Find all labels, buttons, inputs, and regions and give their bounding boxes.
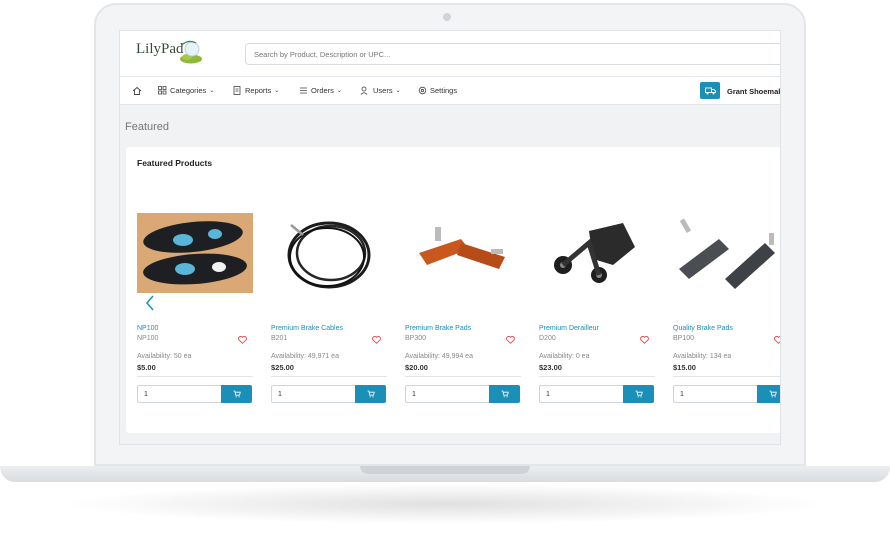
laptop-shadow xyxy=(60,484,830,524)
chevron-down-icon: ⌄ xyxy=(336,88,342,94)
nav-settings-label: Settings xyxy=(430,86,458,95)
user-menu[interactable]: Grant Shoemake xyxy=(727,87,780,96)
product-name-link[interactable]: NP100 xyxy=(137,325,158,332)
nav-orders[interactable]: Orders ⌄ xyxy=(299,86,342,95)
app-screen: LilyPad Categories ⌄ Reports xyxy=(119,30,781,445)
cart-icon xyxy=(769,390,777,398)
product-price: $25.00 xyxy=(271,363,294,372)
laptop-mockup: LilyPad Categories ⌄ Reports xyxy=(0,0,890,538)
product-card: Premium Derailleur D200 Availability: 0 … xyxy=(539,213,655,403)
product-sku: BP100 xyxy=(673,335,695,342)
gear-icon xyxy=(418,86,427,95)
product-image-derailleur[interactable] xyxy=(539,213,655,293)
heart-icon[interactable] xyxy=(506,336,515,344)
camera-dot xyxy=(443,13,451,21)
chevron-down-icon: ⌄ xyxy=(209,88,215,94)
nav-categories[interactable]: Categories ⌄ xyxy=(158,86,214,95)
nav-orders-label: Orders xyxy=(311,86,334,95)
list-icon xyxy=(300,87,307,94)
chevron-down-icon: ⌄ xyxy=(395,88,401,94)
home-icon xyxy=(132,86,142,95)
grid-icon xyxy=(158,86,167,95)
quantity-input[interactable]: 1 xyxy=(405,385,489,403)
cart-icon xyxy=(233,390,241,398)
heart-icon[interactable] xyxy=(238,336,247,344)
nav-reports-label: Reports xyxy=(245,86,272,95)
delivery-button[interactable] xyxy=(700,82,720,99)
product-availability: Availability: 50 ea xyxy=(137,353,192,360)
nav-reports[interactable]: Reports ⌄ xyxy=(233,86,279,95)
search-input[interactable] xyxy=(245,43,780,65)
nav-settings[interactable]: Settings xyxy=(418,86,457,95)
quantity-input[interactable]: 1 xyxy=(137,385,221,403)
product-name-link[interactable]: Quality Brake Pads xyxy=(673,325,733,332)
logo-text: LilyPad xyxy=(136,41,184,57)
page-title: Featured xyxy=(125,121,170,133)
laptop-notch xyxy=(360,466,530,474)
panel-title: Featured Products xyxy=(137,158,213,168)
nav-home[interactable] xyxy=(132,86,142,96)
product-card: Premium Brake Pads BP300 Availability: 4… xyxy=(405,213,521,403)
product-card: NP100 NP100 Availability: 50 ea $5.00 1 xyxy=(137,213,253,403)
top-bar: LilyPad xyxy=(120,31,780,77)
product-price: $20.00 xyxy=(405,363,428,372)
product-sku: BP300 xyxy=(405,335,427,342)
truck-icon xyxy=(704,87,716,94)
add-to-cart-button[interactable] xyxy=(623,385,654,403)
users-icon xyxy=(360,86,368,95)
nav-users[interactable]: Users ⌄ xyxy=(360,86,401,95)
divider xyxy=(271,376,387,377)
divider xyxy=(673,376,780,377)
product-name-link[interactable]: Premium Brake Pads xyxy=(405,325,471,332)
main-nav: Categories ⌄ Reports ⌄ Orders ⌄ Users ⌄ … xyxy=(120,77,780,105)
heart-icon[interactable] xyxy=(774,336,781,344)
divider xyxy=(405,376,521,377)
quantity-input[interactable]: 1 xyxy=(673,385,757,403)
product-availability: Availability: 49,994 ea xyxy=(405,353,473,360)
product-sku: NP100 xyxy=(137,335,159,342)
product-name-link[interactable]: Premium Derailleur xyxy=(539,325,599,332)
product-sku: B201 xyxy=(271,335,288,342)
divider xyxy=(137,376,253,377)
product-availability: Availability: 134 ea xyxy=(673,353,732,360)
heart-icon[interactable] xyxy=(640,336,649,344)
cart-icon xyxy=(635,390,643,398)
nav-users-label: Users xyxy=(373,86,393,95)
product-card: Quality Brake Pads BP100 Availability: 1… xyxy=(673,213,780,403)
product-sku: D200 xyxy=(539,335,556,342)
add-to-cart-button[interactable] xyxy=(489,385,520,403)
product-availability: Availability: 49,971 ea xyxy=(271,353,339,360)
product-image-brake-pads-orange[interactable] xyxy=(405,213,521,293)
cart-icon xyxy=(367,390,375,398)
cart-icon xyxy=(501,390,509,398)
nav-categories-label: Categories xyxy=(170,86,207,95)
chevron-down-icon: ⌄ xyxy=(274,88,280,94)
quantity-input[interactable]: 1 xyxy=(271,385,355,403)
add-to-cart-button[interactable] xyxy=(355,385,386,403)
add-to-cart-button[interactable] xyxy=(221,385,252,403)
report-icon xyxy=(233,86,241,95)
product-name-link[interactable]: Premium Brake Cables xyxy=(271,325,343,332)
product-price: $15.00 xyxy=(673,363,696,372)
product-image-brake-pads-grey[interactable] xyxy=(673,213,780,293)
product-card: Premium Brake Cables B201 Availability: … xyxy=(271,213,387,403)
lilypad-logo-icon xyxy=(180,40,202,64)
heart-icon[interactable] xyxy=(372,336,381,344)
product-price: $5.00 xyxy=(137,363,156,372)
quantity-input[interactable]: 1 xyxy=(539,385,623,403)
product-image-brake-cable[interactable] xyxy=(271,213,387,293)
product-price: $23.00 xyxy=(539,363,562,372)
carousel-prev-arrow-icon[interactable] xyxy=(145,295,155,311)
product-availability: Availability: 0 ea xyxy=(539,353,590,360)
add-to-cart-button[interactable] xyxy=(757,385,780,403)
divider xyxy=(539,376,655,377)
logo[interactable]: LilyPad xyxy=(136,41,184,58)
product-image-cycling-shoes[interactable] xyxy=(137,213,253,293)
featured-products-panel: Featured Products NP100 NP100 Availabili… xyxy=(126,147,780,433)
